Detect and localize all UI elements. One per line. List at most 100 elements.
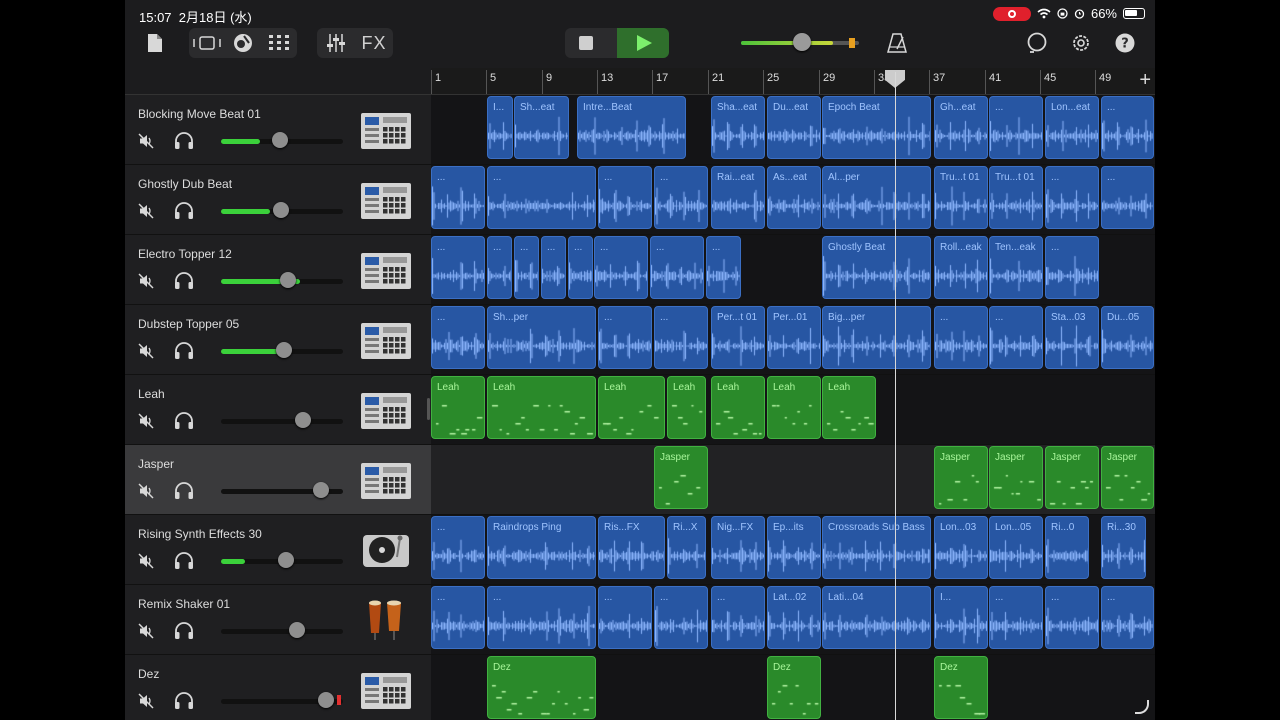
track-lane[interactable]: I... Sh...eat Intre...Beat Sha...eat Du...ea… (431, 95, 1155, 165)
audio-region[interactable]: ... (431, 236, 485, 299)
audio-region[interactable]: ... (989, 586, 1043, 649)
audio-region[interactable]: Epoch Beat (822, 96, 931, 159)
track-lane[interactable]: ............... Lat...02 Lati...04 I.......… (431, 585, 1155, 655)
headphones-icon[interactable] (174, 202, 194, 220)
audio-region[interactable]: Lon...eat (1045, 96, 1099, 159)
tracks-view-button[interactable] (261, 28, 297, 58)
mute-icon[interactable] (138, 413, 154, 429)
add-section-button[interactable]: + (1139, 70, 1151, 90)
audio-region[interactable]: ... (706, 236, 741, 299)
audio-region[interactable]: Lon...05 (989, 516, 1043, 579)
audio-region[interactable]: ... (431, 166, 485, 229)
audio-region[interactable]: ... (487, 586, 596, 649)
headphones-icon[interactable] (174, 412, 194, 430)
browser-button[interactable] (189, 28, 225, 58)
midi-region[interactable]: Leah (431, 376, 485, 439)
header-resize-handle[interactable] (427, 398, 430, 420)
track-lane[interactable]: ............ Rai...eat As...eat Al...per Tru… (431, 165, 1155, 235)
audio-region[interactable]: ... (654, 586, 708, 649)
track-header[interactable]: Electro Topper 12 (125, 235, 431, 305)
midi-region[interactable]: Leah (598, 376, 665, 439)
drum-machine-icon[interactable] (359, 249, 413, 291)
track-volume-slider[interactable] (221, 482, 343, 498)
drum-machine-icon[interactable] (359, 179, 413, 221)
midi-region[interactable]: Leah (487, 376, 596, 439)
midi-region[interactable]: Jasper (934, 446, 988, 509)
track-volume-knob[interactable] (278, 552, 294, 568)
audio-region[interactable]: Lon...03 (934, 516, 988, 579)
mute-icon[interactable] (138, 553, 154, 569)
drum-machine-icon[interactable] (359, 669, 413, 711)
track-lane[interactable]: ... Raindrops Ping Ris...FX Ri...X Nig...FX E… (431, 515, 1155, 585)
audio-region[interactable]: ... (1101, 96, 1154, 159)
midi-region[interactable]: Jasper (989, 446, 1043, 509)
audio-region[interactable]: Crossroads Sub Bass (822, 516, 931, 579)
timeline-ruler[interactable]: + 1 5 9 13 17 21 25 29 33 37 41 45 49 (431, 68, 1155, 95)
audio-region[interactable]: As...eat (767, 166, 821, 229)
audio-region[interactable]: ... (598, 166, 652, 229)
audio-region[interactable]: ... (594, 236, 648, 299)
audio-region[interactable]: ... (431, 516, 485, 579)
track-volume-knob[interactable] (272, 132, 288, 148)
audio-region[interactable]: Ten...eak (989, 236, 1043, 299)
turntable-icon[interactable] (359, 529, 413, 571)
midi-region[interactable]: Dez (767, 656, 821, 719)
settings-button[interactable] (1069, 28, 1093, 58)
audio-region[interactable]: Intre...Beat (577, 96, 686, 159)
audio-region[interactable]: I... (934, 586, 988, 649)
audio-region[interactable]: Du...eat (767, 96, 821, 159)
audio-region[interactable]: Nig...FX (711, 516, 765, 579)
audio-region[interactable]: Gh...eat (934, 96, 988, 159)
audio-region[interactable]: Ri...0 (1045, 516, 1089, 579)
drum-machine-icon[interactable] (359, 319, 413, 361)
midi-region[interactable]: Leah (711, 376, 765, 439)
track-header[interactable]: Jasper (125, 445, 431, 515)
help-button[interactable]: ? (1113, 28, 1137, 58)
audio-region[interactable]: Big...per (822, 306, 931, 369)
audio-region[interactable]: ... (1045, 586, 1099, 649)
fx-button[interactable]: FX (355, 28, 393, 58)
conga-icon[interactable] (359, 599, 413, 641)
track-lane[interactable]: Dez Dez Dez (431, 655, 1155, 720)
track-volume-slider[interactable] (221, 272, 343, 288)
track-controls-button[interactable] (317, 28, 355, 58)
audio-region[interactable]: ... (650, 236, 704, 299)
track-header[interactable]: Ghostly Dub Beat (125, 165, 431, 235)
audio-region[interactable]: Ri...X (667, 516, 706, 579)
audio-region[interactable]: ... (568, 236, 593, 299)
midi-region[interactable]: Leah (822, 376, 876, 439)
track-lane[interactable]: ........................ Ghostly Beat Roll… (431, 235, 1155, 305)
audio-region[interactable]: Tru...t 01 (989, 166, 1043, 229)
audio-region[interactable]: I... (487, 96, 513, 159)
audio-region[interactable]: Sta...03 (1045, 306, 1099, 369)
track-volume-knob[interactable] (295, 412, 311, 428)
audio-region[interactable]: ... (989, 306, 1043, 369)
track-header[interactable]: Rising Synth Effects 30 (125, 515, 431, 585)
audio-region[interactable]: ... (989, 96, 1043, 159)
headphones-icon[interactable] (174, 342, 194, 360)
mute-icon[interactable] (138, 203, 154, 219)
headphones-icon[interactable] (174, 482, 194, 500)
track-header[interactable]: Dez (125, 655, 431, 720)
headphones-icon[interactable] (174, 132, 194, 150)
audio-region[interactable]: Ghostly Beat (822, 236, 931, 299)
midi-region[interactable]: Jasper (654, 446, 708, 509)
headphones-icon[interactable] (174, 692, 194, 710)
drum-machine-icon[interactable] (359, 109, 413, 151)
master-volume-slider[interactable] (741, 33, 859, 51)
headphones-icon[interactable] (174, 622, 194, 640)
audio-region[interactable]: ... (1045, 166, 1099, 229)
audio-region[interactable]: ... (1045, 236, 1099, 299)
master-volume-knob[interactable] (793, 33, 811, 51)
stop-button[interactable] (579, 36, 593, 50)
track-volume-slider[interactable] (221, 412, 343, 428)
track-volume-knob[interactable] (318, 692, 334, 708)
audio-region[interactable]: ... (598, 306, 652, 369)
track-header[interactable]: Blocking Move Beat 01 (125, 95, 431, 165)
track-volume-slider[interactable] (221, 132, 343, 148)
track-header[interactable]: Leah (125, 375, 431, 445)
audio-region[interactable]: Per...t 01 (711, 306, 765, 369)
audio-region[interactable]: Ri...30 (1101, 516, 1146, 579)
audio-region[interactable]: Sha...eat (711, 96, 765, 159)
audio-region[interactable]: Ep...its (767, 516, 821, 579)
